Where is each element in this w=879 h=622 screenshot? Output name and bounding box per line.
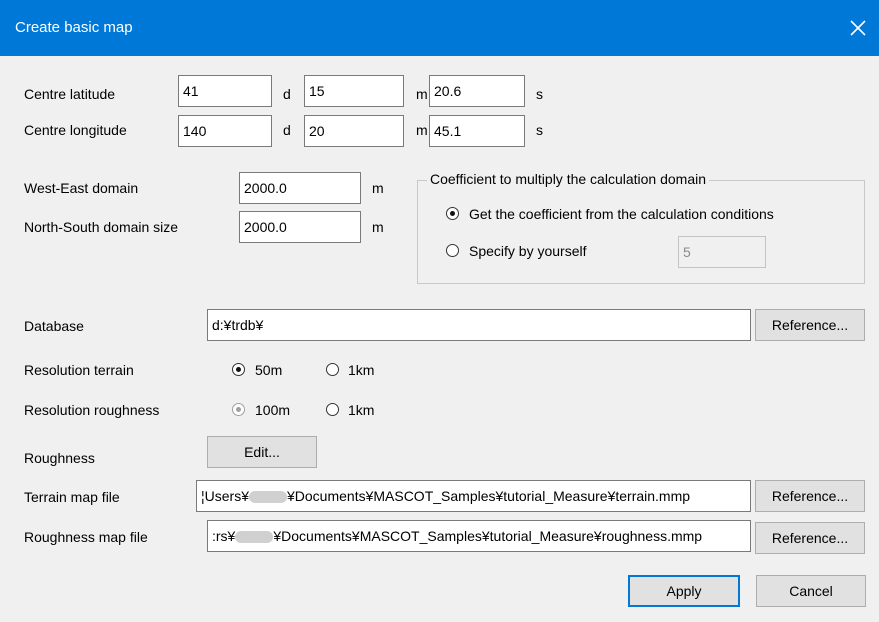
- apply-button[interactable]: Apply: [628, 575, 740, 607]
- latitude-minutes-input[interactable]: 15: [304, 75, 404, 107]
- terrain-50m-radio[interactable]: [232, 363, 245, 376]
- coefficient-groupbox: [417, 180, 865, 284]
- roughness-edit-button[interactable]: Edit...: [207, 436, 317, 468]
- roughness-reference-button[interactable]: Reference...: [755, 522, 865, 554]
- latitude-seconds-input[interactable]: 20.6: [429, 75, 525, 107]
- database-path-input[interactable]: d:¥trdb¥: [207, 309, 751, 341]
- longitude-seconds-input[interactable]: 45.1: [429, 115, 525, 147]
- terrain-path-end: ¥Documents¥MASCOT_Samples¥tutorial_Measu…: [286, 488, 691, 504]
- roughness-path-start: :rs¥: [212, 528, 236, 544]
- close-icon[interactable]: [845, 15, 871, 41]
- terrain-1km-radio[interactable]: [326, 363, 339, 376]
- north-south-domain-label: North-South domain size: [24, 219, 179, 235]
- roughness-100m-radio[interactable]: [232, 403, 245, 416]
- roughness-100m-label[interactable]: 100m: [255, 402, 290, 418]
- roughness-1km-label[interactable]: 1km: [348, 402, 374, 418]
- terrain-50m-label[interactable]: 50m: [255, 362, 282, 378]
- degrees-unit: d: [283, 122, 291, 138]
- redacted-username: [235, 531, 274, 544]
- minutes-unit: m: [416, 122, 428, 138]
- longitude-minutes-input[interactable]: 20: [304, 115, 404, 147]
- west-east-domain-input[interactable]: 2000.0: [239, 172, 361, 204]
- terrain-path-start: ¦Users¥: [201, 488, 249, 504]
- north-south-domain-input[interactable]: 2000.0: [239, 211, 361, 243]
- west-east-unit: m: [372, 180, 384, 196]
- longitude-degrees-input[interactable]: 140: [178, 115, 272, 147]
- terrain-reference-button[interactable]: Reference...: [755, 480, 865, 512]
- roughness-1km-radio[interactable]: [326, 403, 339, 416]
- coefficient-value-input[interactable]: 5: [678, 236, 766, 268]
- coefficient-self-radio[interactable]: [446, 244, 459, 257]
- roughness-label: Roughness: [24, 450, 95, 466]
- roughness-map-file-input[interactable]: :rs¥ ¥Documents¥MASCOT_Samples¥tutorial_M…: [207, 520, 751, 552]
- window-title: Create basic map: [15, 19, 133, 36]
- resolution-terrain-label: Resolution terrain: [24, 362, 134, 378]
- north-south-unit: m: [372, 219, 384, 235]
- cancel-button[interactable]: Cancel: [756, 575, 866, 607]
- centre-latitude-label: Centre latitude: [24, 86, 116, 102]
- title-bar: Create basic map: [0, 0, 879, 56]
- redacted-username: [248, 491, 287, 504]
- latitude-degrees-input[interactable]: 41: [178, 75, 272, 107]
- seconds-unit: s: [536, 122, 543, 138]
- minutes-unit: m: [416, 86, 428, 102]
- seconds-unit: s: [536, 86, 543, 102]
- coefficient-legend: Coefficient to multiply the calculation …: [427, 171, 710, 187]
- coefficient-self-label[interactable]: Specify by yourself: [469, 243, 587, 259]
- centre-longitude-label: Centre longitude: [24, 122, 127, 138]
- dialog-body: Centre latitude 41 d 15 m 20.6 s Centre …: [0, 56, 879, 622]
- coefficient-conditions-radio[interactable]: [446, 207, 459, 220]
- resolution-roughness-label: Resolution roughness: [24, 402, 160, 418]
- roughness-path-end: ¥Documents¥MASCOT_Samples¥tutorial_Measu…: [273, 528, 703, 544]
- database-label: Database: [24, 318, 84, 334]
- degrees-unit: d: [283, 86, 291, 102]
- west-east-domain-label: West-East domain: [24, 180, 139, 196]
- terrain-1km-label[interactable]: 1km: [348, 362, 374, 378]
- database-reference-button[interactable]: Reference...: [755, 309, 865, 341]
- coefficient-conditions-label[interactable]: Get the coefficient from the calculation…: [469, 206, 774, 222]
- terrain-map-file-input[interactable]: ¦Users¥ ¥Documents¥MASCOT_Samples¥tutoria…: [196, 480, 751, 512]
- roughness-map-file-label: Roughness map file: [24, 529, 148, 545]
- terrain-map-file-label: Terrain map file: [24, 489, 120, 505]
